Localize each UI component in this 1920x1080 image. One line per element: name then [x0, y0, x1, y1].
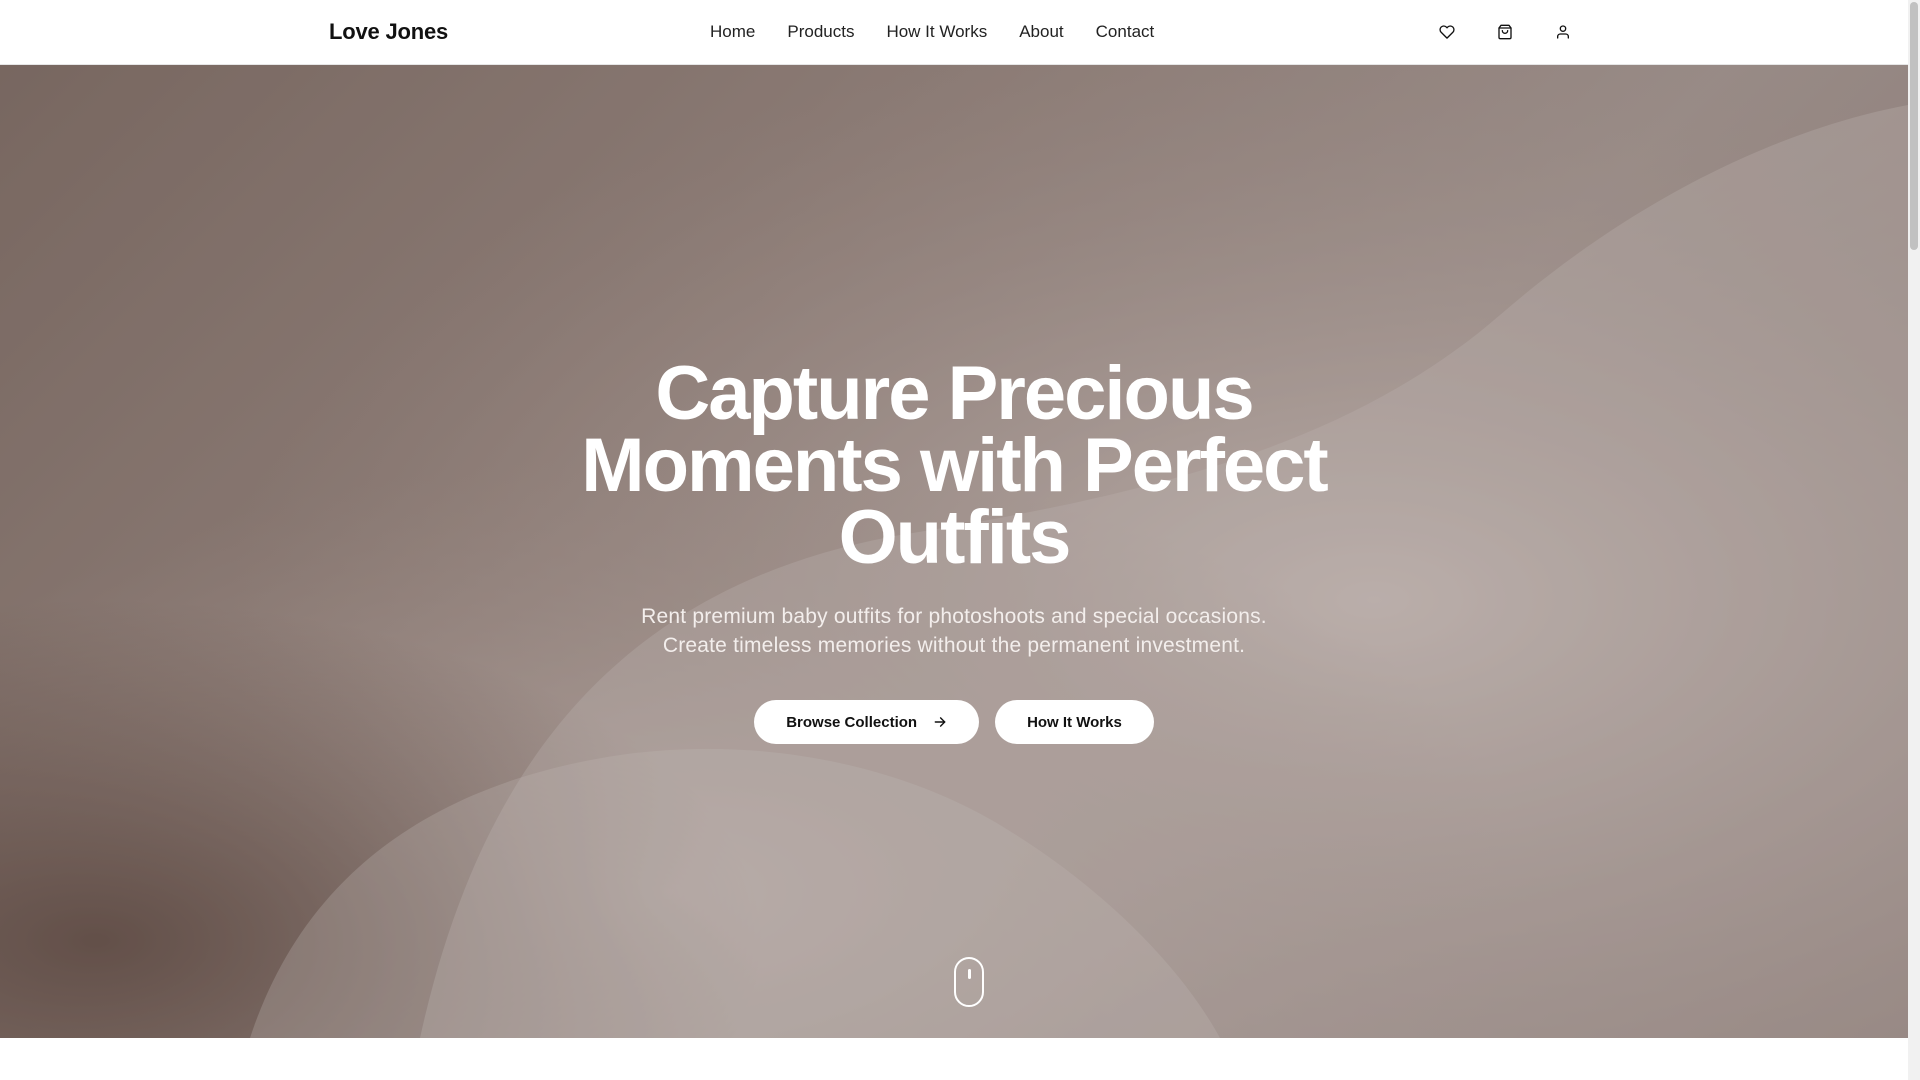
hero-section: Capture Precious Moments with Perfect Ou…	[0, 65, 1908, 1038]
scroll-wheel-indicator	[968, 969, 971, 979]
nav-products[interactable]: Products	[787, 22, 854, 42]
hero-subtitle-line-2: Create timeless memories without the per…	[662, 634, 1246, 657]
header-icons	[1438, 21, 1572, 43]
user-icon[interactable]	[1554, 21, 1572, 43]
site-header: Love Jones Home Products How It Works Ab…	[0, 0, 1908, 65]
nav-how-it-works[interactable]: How It Works	[886, 22, 987, 42]
hero-title: Capture Precious Moments with Perfect Ou…	[581, 351, 1328, 580]
scrollbar-thumb[interactable]	[1910, 2, 1918, 250]
hero-content: Capture Precious Moments with Perfect Ou…	[0, 65, 1908, 1038]
brand-logo[interactable]: Love Jones	[329, 19, 448, 45]
browse-collection-label: Browse Collection	[786, 713, 918, 731]
browse-collection-button[interactable]: Browse Collection	[754, 700, 980, 744]
hero-subtitle-line-1: Rent premium baby outfits for photoshoot…	[641, 605, 1267, 628]
arrow-right-icon	[934, 717, 946, 727]
nav-about[interactable]: About	[1019, 22, 1063, 42]
nav-home[interactable]: Home	[710, 22, 755, 42]
how-it-works-button[interactable]: How It Works	[995, 700, 1154, 744]
hero-subtitle: Rent premium baby outfits for photoshoot…	[614, 602, 1294, 660]
scroll-down-mouse-icon[interactable]	[954, 957, 984, 1007]
shopping-bag-icon[interactable]	[1496, 21, 1514, 43]
main-nav: Home Products How It Works About Contact	[710, 22, 1154, 42]
nav-contact[interactable]: Contact	[1096, 22, 1155, 42]
hero-actions: Browse Collection How It Works	[754, 700, 1154, 744]
how-it-works-label: How It Works	[1027, 713, 1122, 731]
page-scrollbar[interactable]	[1908, 0, 1920, 1080]
heart-icon[interactable]	[1438, 21, 1456, 43]
